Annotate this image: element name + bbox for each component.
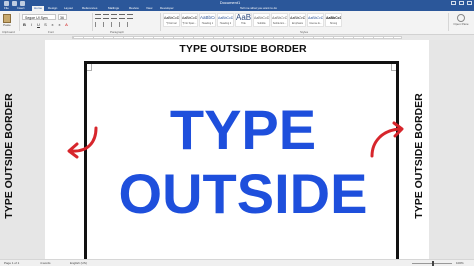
save-icon[interactable] — [4, 0, 9, 6]
style-name: Emphasis — [292, 22, 303, 25]
group-label-font: Font — [48, 30, 55, 34]
style-heading-2[interactable]: AaBbCcD Heading 2 — [217, 13, 234, 27]
style-name: Heading 1 — [201, 22, 214, 25]
style-name: Title — [241, 22, 246, 25]
group-label-styles: Styles — [300, 30, 309, 34]
style-emphasis[interactable]: AaBbCcDd Emphasis — [289, 13, 306, 27]
clipboard-icon — [3, 14, 11, 23]
page-count[interactable]: Page 1 of 1 — [4, 261, 19, 266]
align-center-icon[interactable] — [103, 22, 109, 27]
maximize-icon[interactable] — [459, 1, 464, 5]
big-text-line-2[interactable]: OUTSIDE — [87, 166, 399, 222]
style-subtle-emphasis[interactable]: AaBbCcDd Subtle Em... — [271, 13, 288, 27]
style-name: Subtle Em... — [272, 22, 287, 25]
numbering-icon[interactable] — [103, 14, 109, 19]
close-icon[interactable] — [467, 1, 472, 5]
undo-icon[interactable] — [12, 0, 17, 6]
divider — [160, 13, 161, 31]
style-intense-emphasis[interactable]: AaBbCcDd Intense E... — [307, 13, 324, 27]
increase-indent-icon[interactable] — [127, 14, 133, 19]
redo-icon[interactable] — [20, 0, 25, 6]
big-text-line-1[interactable]: TYPE — [87, 102, 399, 158]
strikethrough-icon[interactable]: S — [43, 22, 48, 27]
style-no-spacing[interactable]: AaBbCcDd ¶ No Spac... — [181, 13, 198, 27]
group-label-clipboard: Clipboard — [2, 30, 15, 34]
ruler-track[interactable] — [72, 36, 402, 39]
style-heading-1[interactable]: AaBbCc Heading 1 — [199, 13, 216, 27]
align-left-icon[interactable] — [95, 22, 101, 27]
minimize-icon[interactable] — [451, 1, 456, 5]
style-sample: AaBbCcD — [218, 16, 233, 20]
right-arrow-icon — [370, 121, 404, 158]
left-outside-label[interactable]: TYPE OUTSIDE BORDER — [3, 91, 15, 221]
font-name-select[interactable]: Segoe UI Sym — [22, 14, 56, 20]
style-name: Strong — [329, 22, 338, 25]
style-sample: AaBb — [236, 14, 251, 22]
open-pane-button[interactable]: Open Pane — [452, 13, 470, 29]
style-name: Intense E... — [309, 22, 322, 25]
style-name: Heading 2 — [219, 22, 232, 25]
word-count[interactable]: 4 words — [40, 261, 51, 266]
style-sample: AaBbCcDd — [272, 16, 287, 20]
language-indicator[interactable]: English (US) — [70, 261, 87, 266]
style-name: ¶ Normal — [166, 22, 177, 25]
decrease-indent-icon[interactable] — [119, 14, 125, 19]
top-outside-label[interactable]: TYPE OUTSIDE BORDER — [84, 43, 402, 55]
ribbon: Paste Clipboard Segoe UI Sym 36 B I U S … — [0, 11, 474, 35]
multilevel-list-icon[interactable] — [111, 14, 117, 19]
style-normal[interactable]: AaBbCcDd ¶ Normal — [163, 13, 180, 27]
right-outside-label[interactable]: TYPE OUTSIDE BORDER — [413, 91, 425, 221]
window-controls — [451, 0, 472, 5]
divider — [92, 13, 93, 31]
font-format-row: B I U S x x A — [22, 22, 69, 27]
open-pane-label: Open Pane — [453, 22, 469, 26]
style-strong[interactable]: AaBbCcDd Strong — [325, 13, 342, 27]
status-bar: Page 1 of 1 4 words English (US) 100% — [0, 259, 474, 266]
align-right-icon[interactable] — [111, 22, 117, 27]
subscript-icon[interactable]: x — [50, 22, 55, 27]
quick-access-toolbar — [4, 0, 25, 6]
line-spacing-icon[interactable] — [127, 22, 133, 27]
underline-icon[interactable]: U — [36, 22, 41, 27]
bullets-icon[interactable] — [95, 14, 101, 19]
style-subtitle[interactable]: AaBbCcD Subtitle — [253, 13, 270, 27]
zoom-slider[interactable] — [412, 261, 452, 266]
style-sample: AaBbCcDd — [290, 16, 305, 20]
style-sample: AaBbCcDd — [326, 16, 341, 20]
style-sample: AaBbCcD — [254, 16, 269, 20]
font-size-select[interactable]: 36 — [58, 14, 67, 20]
bold-icon[interactable]: B — [22, 22, 27, 27]
paste-button[interactable]: Paste — [2, 13, 12, 29]
paragraph-row-1 — [95, 14, 133, 19]
group-label-paragraph: Paragraph — [110, 30, 125, 34]
font-color-icon[interactable]: A — [64, 22, 69, 27]
style-sample: AaBbCcDd — [164, 16, 179, 20]
paragraph-row-2 — [95, 22, 133, 27]
divider — [448, 13, 449, 31]
style-sample: AaBbCcDd — [182, 16, 197, 20]
zoom-level[interactable]: 100% — [456, 261, 464, 266]
justify-icon[interactable] — [119, 22, 125, 27]
italic-icon[interactable]: I — [29, 22, 34, 27]
find-icon — [457, 14, 465, 22]
zoom-thumb[interactable] — [432, 261, 434, 266]
style-title[interactable]: AaBb Title — [235, 13, 252, 27]
divider — [19, 13, 20, 31]
style-name: ¶ No Spac... — [182, 22, 197, 25]
style-sample: AaBbCc — [200, 15, 215, 20]
left-arrow-icon — [67, 126, 98, 159]
superscript-icon[interactable]: x — [57, 22, 62, 27]
style-sample: AaBbCcDd — [308, 16, 323, 20]
paste-label: Paste — [3, 23, 11, 27]
style-name: Subtitle — [257, 22, 266, 25]
